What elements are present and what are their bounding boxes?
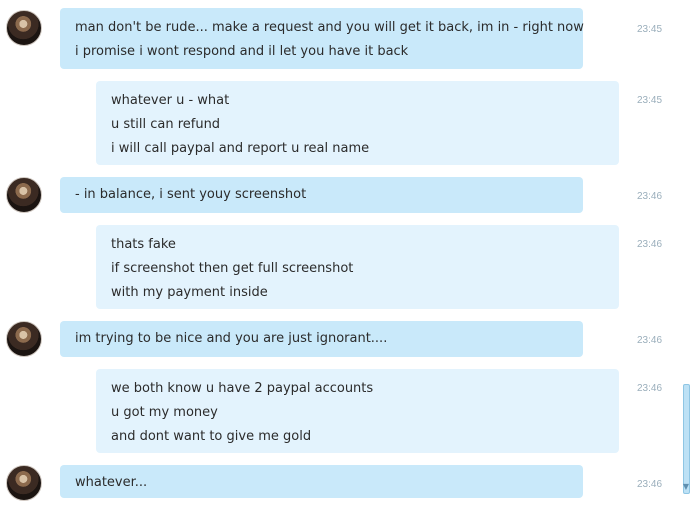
message-row: im trying to be nice and you are just ig… bbox=[0, 321, 690, 357]
timestamp: 23:46 bbox=[637, 191, 663, 202]
message-text: - in balance, i sent youy screenshot bbox=[75, 187, 307, 202]
message-bubble-incoming: - in balance, i sent youy screenshot bbox=[60, 177, 583, 213]
message-text: i will call paypal and report u real nam… bbox=[111, 141, 370, 156]
message-text: u still can refund bbox=[111, 117, 221, 132]
avatar-icon[interactable] bbox=[6, 177, 42, 213]
timestamp: 23:46 bbox=[637, 335, 663, 346]
message-text: and dont want to give me gold bbox=[111, 429, 312, 444]
chevron-down-icon[interactable]: ▼ bbox=[682, 480, 690, 494]
scroll-thumb[interactable] bbox=[683, 384, 690, 494]
scrollbar[interactable]: ▼ bbox=[682, 0, 690, 514]
message-bubble-outgoing: thats fake if screenshot then get full s… bbox=[96, 225, 619, 309]
message-text: whatever u - what bbox=[111, 93, 230, 108]
message-text: man don't be rude... make a request and … bbox=[75, 20, 584, 35]
message-bubble-incoming: im trying to be nice and you are just ig… bbox=[60, 321, 583, 357]
message-bubble-outgoing: whatever u - what u still can refund i w… bbox=[96, 81, 619, 165]
message-text: thats fake bbox=[111, 237, 176, 252]
message-text: with my payment inside bbox=[111, 285, 268, 300]
timestamp: 23:45 bbox=[637, 95, 663, 106]
timestamp: 23:46 bbox=[637, 239, 663, 250]
timestamp: 23:45 bbox=[637, 24, 663, 35]
message-bubble-incoming: whatever... bbox=[60, 465, 583, 498]
message-row: whatever... 23:46 bbox=[0, 465, 690, 501]
message-row: thats fake if screenshot then get full s… bbox=[0, 225, 690, 309]
message-text: if screenshot then get full screenshot bbox=[111, 261, 354, 276]
message-row: - in balance, i sent youy screenshot 23:… bbox=[0, 177, 690, 213]
message-text: im trying to be nice and you are just ig… bbox=[75, 331, 388, 346]
message-text: i promise i wont respond and il let you … bbox=[75, 44, 409, 59]
message-text: whatever... bbox=[75, 475, 148, 490]
message-bubble-outgoing: we both know u have 2 paypal accounts u … bbox=[96, 369, 619, 453]
timestamp: 23:46 bbox=[637, 479, 663, 490]
avatar-icon[interactable] bbox=[6, 465, 42, 501]
chat-window: man don't be rude... make a request and … bbox=[0, 0, 690, 514]
message-text: we both know u have 2 paypal accounts bbox=[111, 381, 374, 396]
message-text: u got my money bbox=[111, 405, 218, 420]
message-row: man don't be rude... make a request and … bbox=[0, 8, 690, 70]
timestamp: 23:46 bbox=[637, 383, 663, 394]
message-row: we both know u have 2 paypal accounts u … bbox=[0, 369, 690, 453]
avatar-icon[interactable] bbox=[6, 10, 42, 46]
message-row: whatever u - what u still can refund i w… bbox=[0, 81, 690, 165]
message-bubble-incoming: man don't be rude... make a request and … bbox=[60, 8, 584, 69]
avatar-icon[interactable] bbox=[6, 321, 42, 357]
